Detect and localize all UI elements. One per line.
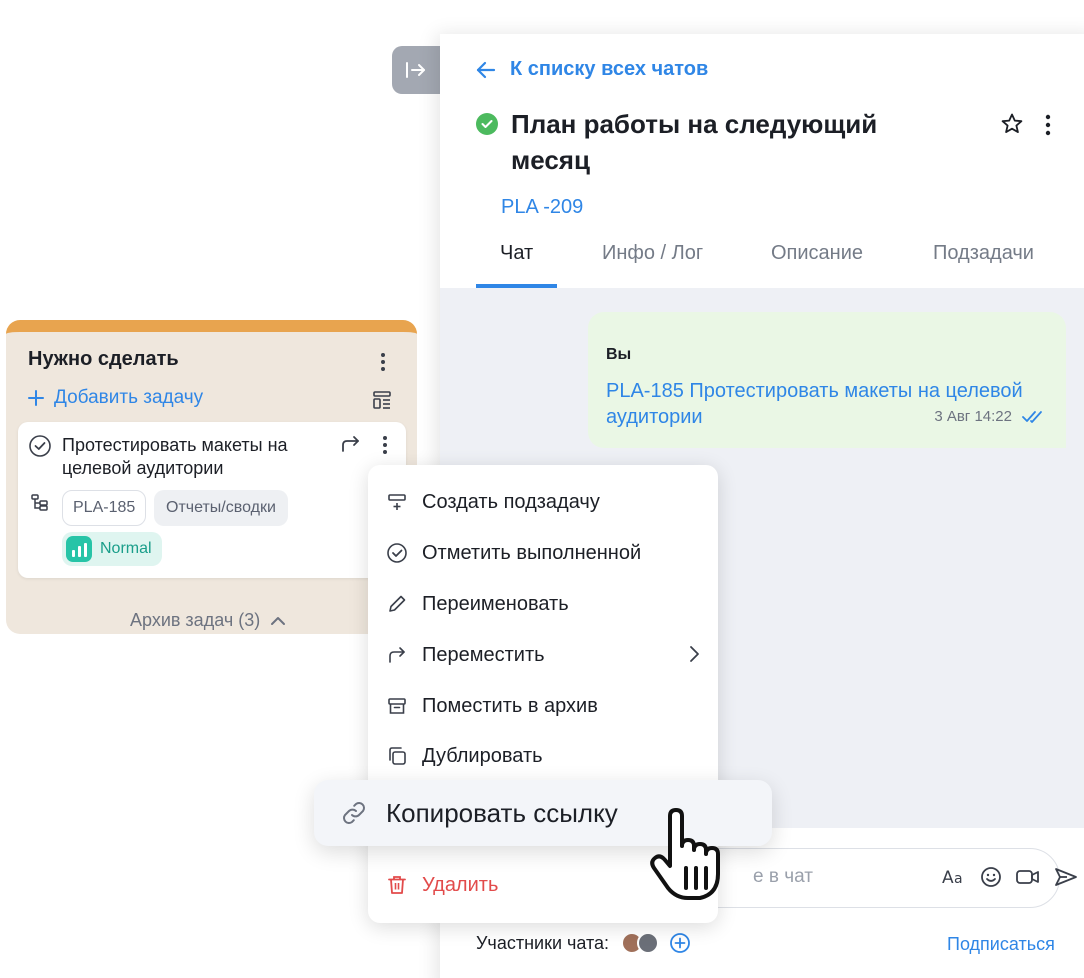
participants-label: Участники чата: — [476, 932, 610, 953]
kanban-column: Нужно сделать Добавить задачу Протестиро… — [6, 320, 417, 634]
emoji-icon[interactable] — [979, 865, 1003, 889]
menu-item-label: Переименовать — [422, 592, 569, 615]
menu-item-rename[interactable]: Переименовать — [386, 588, 700, 620]
message-input-placeholder: е в чат — [753, 866, 813, 887]
arrow-left-icon — [476, 61, 496, 78]
hand-pointer-cursor-icon — [650, 808, 720, 900]
task-id-link[interactable]: PLA -209 — [501, 196, 583, 219]
avatar[interactable] — [637, 932, 660, 954]
double-check-icon — [1022, 410, 1042, 423]
task-category-chip[interactable]: Отчеты/сводки — [154, 490, 288, 526]
menu-item-label: Удалить — [422, 873, 499, 896]
pencil-icon — [389, 595, 406, 612]
subscribe-link[interactable]: Подписаться — [947, 934, 1055, 955]
trash-icon — [388, 876, 406, 894]
menu-item-mark-done[interactable]: Отметить выполненной — [386, 537, 700, 569]
column-title: Нужно сделать — [28, 348, 179, 370]
chat-participants: Участники чата: — [476, 932, 691, 954]
tab-subtasks[interactable]: Подзадачи — [933, 242, 1034, 265]
svg-text:a: a — [954, 871, 963, 887]
send-icon[interactable] — [1053, 865, 1079, 889]
menu-item-label: Копировать ссылку — [386, 797, 618, 828]
subtask-tree-icon — [31, 494, 48, 511]
chat-title: План работы на следующий месяц — [511, 109, 878, 175]
task-title: Протестировать макеты на целевой аудитор… — [62, 435, 288, 478]
column-menu-icon[interactable] — [376, 352, 390, 372]
archive-toggle[interactable]: Архив задач (3) — [130, 610, 286, 631]
check-circle-icon — [387, 543, 407, 563]
participant-avatars[interactable] — [621, 932, 660, 954]
menu-item-label: Дублировать — [422, 744, 543, 767]
star-icon[interactable] — [1000, 112, 1024, 136]
completed-status-icon — [476, 113, 498, 135]
message-author: Вы — [606, 346, 632, 363]
task-card[interactable]: Протестировать макеты на целевой аудитор… — [18, 422, 406, 578]
message-bubble: Вы PLA-185 Протестировать макеты на целе… — [588, 312, 1066, 448]
plus-icon — [28, 390, 44, 406]
tab-description[interactable]: Описание — [771, 242, 863, 265]
priority-bars-icon — [66, 536, 92, 562]
menu-item-label: Поместить в архив — [422, 694, 598, 717]
menu-item-label: Переместить — [422, 643, 545, 666]
tab-info-log[interactable]: Инфо / Лог — [602, 242, 703, 265]
add-participant-icon[interactable] — [669, 932, 691, 954]
add-task-button[interactable]: Добавить задачу — [28, 387, 203, 409]
chat-tabs: Чат Инфо / Лог Описание Подзадачи — [440, 228, 1084, 288]
chevron-right-icon — [690, 646, 699, 662]
task-id-chip[interactable]: PLA-185 — [62, 490, 147, 526]
task-menu-icon[interactable] — [378, 434, 392, 456]
video-call-icon[interactable] — [1015, 865, 1041, 889]
message-timestamp: 3 Авг 14:22 — [934, 408, 1012, 425]
menu-item-move[interactable]: Переместить — [386, 639, 700, 671]
priority-badge[interactable]: Normal — [62, 532, 162, 566]
archive-icon — [388, 698, 406, 714]
move-arrow-icon — [389, 647, 405, 663]
duplicate-icon — [389, 747, 406, 765]
add-task-label: Добавить задачу — [54, 387, 204, 408]
priority-label: Normal — [100, 540, 152, 557]
collapse-icon — [406, 62, 425, 78]
menu-item-create-subtask[interactable]: Создать подзадачу — [386, 486, 700, 518]
menu-item-duplicate[interactable]: Дублировать — [386, 740, 700, 772]
archive-label: Архив задач (3) — [130, 610, 261, 630]
move-arrow-icon[interactable] — [340, 434, 362, 454]
tab-chat[interactable]: Чат — [500, 242, 533, 265]
link-icon — [343, 802, 365, 824]
subtask-icon — [388, 494, 406, 510]
collapse-panel-button[interactable] — [392, 46, 440, 94]
message-meta: 3 Авг 14:22 — [934, 408, 1046, 425]
column-layout-icon[interactable] — [372, 390, 392, 410]
back-link-label: К списку всех чатов — [510, 58, 709, 80]
menu-item-label: Создать подзадачу — [422, 490, 600, 513]
menu-item-archive[interactable]: Поместить в архив — [386, 690, 700, 722]
chevron-up-icon — [271, 616, 286, 625]
back-to-chats-link[interactable]: К списку всех чатов — [476, 58, 708, 81]
more-options-icon[interactable] — [1038, 114, 1058, 136]
svg-text:A: A — [942, 868, 954, 888]
menu-item-label: Отметить выполненной — [422, 541, 642, 564]
check-circle-icon[interactable] — [28, 434, 52, 458]
text-format-icon[interactable]: A a — [941, 865, 967, 889]
